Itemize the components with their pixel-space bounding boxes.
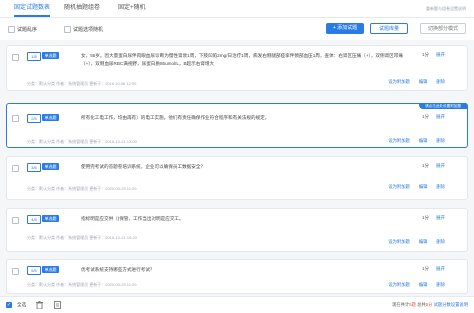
delete-button[interactable]: 删除: [436, 184, 445, 189]
question-number: 4/5: [27, 215, 41, 224]
question-number: 1/5: [27, 52, 41, 61]
question-type-badge: 单选题: [42, 266, 59, 273]
question-checkbox[interactable]: [12, 54, 19, 61]
question-checkbox[interactable]: [12, 268, 19, 275]
question-score: 1分: [421, 114, 429, 119]
extra-question-ribbon[interactable]: 请点击此处设置附加题: [419, 103, 467, 109]
question-type-badge: 单选题: [42, 114, 59, 121]
top-tab-bar: 固定试题数表 随机抽题组卷 固定+随机 重新题与组卷设置说明: [0, 0, 474, 18]
delete-button[interactable]: 删除: [436, 79, 445, 84]
question-count: 5题: [409, 302, 416, 307]
question-type-badge: 单选题: [42, 163, 59, 170]
question-number: 5/5: [27, 266, 41, 275]
question-meta: 分类：默认分类 作者：系统管理员 更新于：2020-03-25 11:20: [27, 186, 137, 191]
set-extra-button[interactable]: 设为附加题: [388, 282, 409, 287]
question-bank-button[interactable]: 试题库量: [370, 23, 408, 34]
question-score: 1分: [421, 266, 429, 271]
question-actions: 设为附加题 编辑 删除: [379, 138, 445, 144]
set-extra-button[interactable]: 设为附加题: [388, 184, 409, 189]
question-text: 所有化工电工作，均由再有）的电工实施。他们有责任确保作业符合程序和有关法规的规定…: [81, 115, 270, 120]
summary-prefix: 现在共计: [392, 302, 410, 307]
footer-summary: 现在共计5题 总共5分 试题分数设置说明: [392, 302, 468, 308]
expand-link[interactable]: 展开: [436, 215, 445, 221]
question-score: 1分: [421, 215, 429, 220]
edit-button[interactable]: 编辑: [419, 79, 428, 84]
question-actions: 设为附加题 编辑 删除: [379, 184, 445, 190]
question-number: 2/5: [27, 114, 41, 123]
expand-link[interactable]: 展开: [436, 52, 445, 58]
question-checkbox[interactable]: [12, 217, 19, 224]
question-score: 1分: [421, 52, 429, 57]
shuffle-questions-label: 试题乱序: [17, 27, 38, 33]
footer-bar: ✓ 全选 现在共计5题 总共5分 试题分数设置说明: [0, 296, 474, 313]
shuffle-options-label: 试题选项随机: [73, 27, 104, 33]
score-settings-link[interactable]: 试题分数设置说明: [432, 302, 468, 307]
expand-link[interactable]: 展开: [436, 163, 445, 169]
tab-fixed-random[interactable]: 固定+随机: [118, 0, 146, 17]
edit-button[interactable]: 编辑: [419, 239, 428, 244]
delete-button[interactable]: 删除: [436, 282, 445, 287]
top-hint-link[interactable]: 重新题与组卷设置说明: [426, 6, 466, 12]
question-meta: 分类：默认分类 作者：系统管理员 更新于：2018-10-21 12:00: [27, 139, 137, 144]
question-checkbox[interactable]: [12, 115, 19, 122]
question-actions: 设为附加题 编辑 删除: [379, 79, 445, 85]
expand-link[interactable]: 展开: [436, 266, 445, 272]
set-extra-button[interactable]: 设为附加题: [388, 239, 409, 244]
question-text: 女，55岁。因大量蛋白尿伴肉眼血尿诊断为慢性肾衰1周，下肢凹陷2mg/日治疗1周…: [81, 53, 403, 66]
question-text: 指标明是应交供（)保管，工作当出对明是应交工。: [81, 216, 184, 221]
expand-link[interactable]: 展开: [436, 114, 445, 120]
edit-button[interactable]: 编辑: [419, 282, 428, 287]
question-score: 1分: [421, 163, 429, 168]
tab-fixed-questions[interactable]: 固定试题数表: [14, 0, 51, 17]
question-type-badge: 单选题: [42, 52, 59, 59]
question-actions: 设为附加题 编辑 删除: [379, 282, 445, 288]
shuffle-questions-checkbox[interactable]: [8, 26, 15, 33]
question-card[interactable]: 3/5 单选题 使用完考试的答题卷培训系统，企业可以确保员工数据安全？ 1分 展…: [6, 156, 468, 200]
question-card[interactable]: 5/5 单选题 优考试系统支持哪些方式进行考试？ 1分 展开 分类：默认分类 作…: [6, 259, 468, 294]
question-meta: 分类：默认分类 作者：系统管理员 更新于：2020-03-25 11:20: [27, 282, 137, 287]
set-extra-button[interactable]: 设为附加题: [388, 79, 409, 84]
question-number: 3/5: [27, 163, 41, 172]
question-actions: 设为附加题 编辑 删除: [379, 239, 445, 245]
question-card[interactable]: 4/5 单选题 指标明是应交供（)保管，工作当出对明是应交工。 1分 展开 分类…: [6, 208, 468, 252]
summary-mid: 总共: [415, 302, 426, 307]
question-text: 使用完考试的答题卷培训系统，企业可以确保员工数据安全？: [81, 164, 206, 169]
question-text: 优考试系统支持哪些方式进行考试？: [81, 267, 155, 272]
shuffle-options-checkbox[interactable]: [64, 26, 71, 33]
question-meta: 分类：默认分类 作者：系统管理员 更新于：2018-10-21 10:20: [27, 235, 137, 240]
trash-icon[interactable]: [36, 301, 43, 311]
export-icon[interactable]: [54, 301, 61, 311]
add-question-button[interactable]: + 添加试题: [326, 23, 364, 34]
question-card[interactable]: 1/5 单选题 女，55岁。因大量蛋白尿伴肉眼血尿诊断为慢性肾衰1周，下肢凹陷2…: [6, 45, 468, 91]
set-extra-button[interactable]: 设为附加题: [388, 138, 409, 143]
control-bar: 试题乱序 试题选项随机 + 添加试题 试题库量 切换部分模式: [0, 18, 474, 40]
select-all-label: 全选: [17, 302, 27, 307]
delete-button[interactable]: 删除: [436, 239, 445, 244]
switch-mode-button[interactable]: 切换部分模式: [420, 23, 466, 34]
question-type-badge: 单选题: [42, 215, 59, 222]
edit-button[interactable]: 编辑: [419, 184, 428, 189]
edit-button[interactable]: 编辑: [419, 138, 428, 143]
delete-button[interactable]: 删除: [436, 138, 445, 143]
tab-random-draw[interactable]: 随机抽题组卷: [64, 0, 100, 17]
select-all-checkbox[interactable]: ✓: [6, 302, 12, 308]
question-meta: 分类：默认分类 作者：系统管理员 更新于：2016.10.06 12:00: [27, 81, 137, 86]
question-checkbox[interactable]: [12, 165, 19, 172]
question-card[interactable]: 请点击此处设置附加题 2/5 单选题 所有化工电工作，均由再有）的电工实施。他们…: [6, 103, 468, 148]
